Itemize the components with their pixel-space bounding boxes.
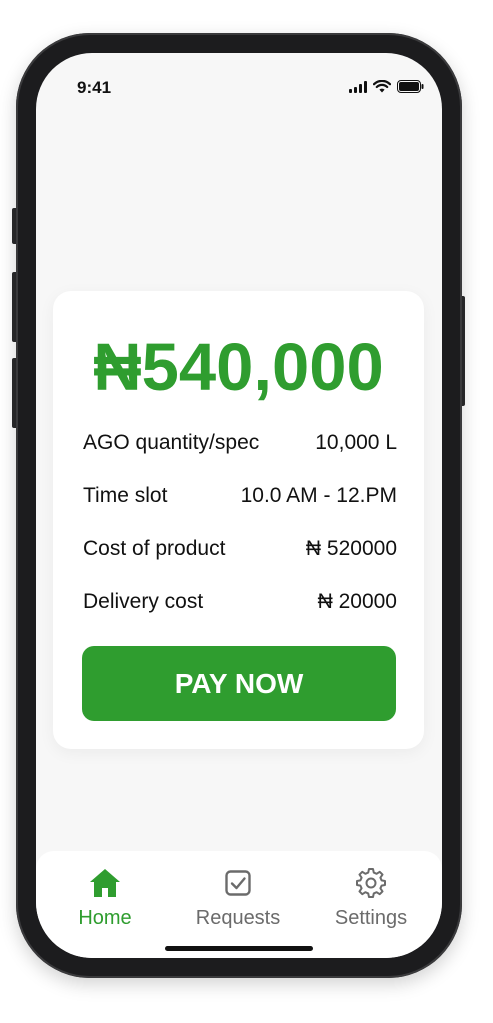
home-indicator — [165, 946, 313, 951]
wifi-icon — [373, 80, 391, 93]
detail-value: ₦ 520000 — [305, 537, 397, 560]
tab-label-home: Home — [78, 907, 132, 929]
detail-label: Time slot — [83, 484, 168, 507]
detail-value: ₦ 20000 — [317, 590, 397, 613]
detail-row-quantity: AGO quantity/spec 10,000 L — [83, 431, 397, 455]
bottom-tab-bar: Home Requests Settings — [36, 851, 442, 958]
detail-row-delivery-cost: Delivery cost ₦ 20000 — [83, 590, 397, 614]
total-amount: ₦540,000 — [93, 330, 384, 405]
tab-label-requests: Requests — [195, 907, 281, 929]
status-time: 9:41 — [77, 78, 112, 97]
pay-now-button[interactable]: PAY NOW — [82, 646, 396, 721]
app-stage: 9:41 ₦540,000 AGO quantity/spec 10,000 L… — [0, 0, 493, 1023]
home-icon — [88, 865, 122, 901]
detail-row-product-cost: Cost of product ₦ 520000 — [83, 537, 397, 561]
detail-value: 10.0 AM - 12.PM — [240, 484, 397, 507]
detail-label: Delivery cost — [83, 590, 204, 613]
tab-requests[interactable]: Requests — [168, 865, 308, 930]
tab-label-settings: Settings — [334, 907, 408, 929]
tab-home[interactable]: Home — [36, 865, 175, 930]
battery-icon — [397, 80, 424, 93]
detail-label: Cost of product — [83, 537, 226, 560]
status-icons — [349, 80, 424, 93]
detail-row-time-slot: Time slot 10.0 AM - 12.PM — [83, 484, 397, 508]
tab-settings[interactable]: Settings — [301, 865, 441, 930]
gear-icon — [356, 865, 386, 901]
signal-icon — [349, 80, 367, 93]
checkbox-icon — [224, 865, 252, 901]
detail-label: AGO quantity/spec — [83, 431, 260, 454]
payment-summary-card: ₦540,000 AGO quantity/spec 10,000 L Time… — [53, 291, 424, 749]
phone-screen: 9:41 ₦540,000 AGO quantity/spec 10,000 L… — [36, 53, 442, 958]
detail-value: 10,000 L — [315, 431, 397, 454]
